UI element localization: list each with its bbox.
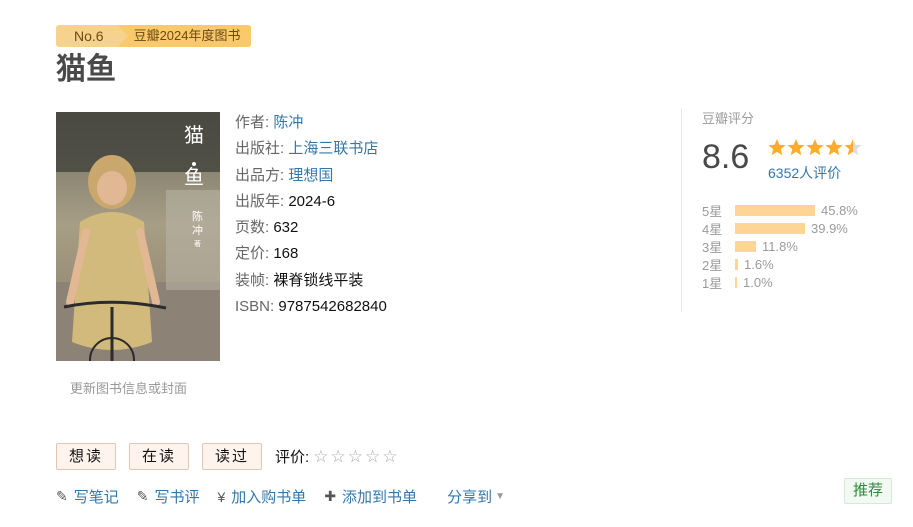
info-year: 出版年: 2024-6 — [235, 189, 387, 215]
rating-dist-percent: 39.9% — [811, 220, 848, 236]
rate-star-3-icon[interactable]: ☆ — [348, 444, 363, 469]
rating-dist-percent: 1.6% — [744, 256, 774, 272]
cover-title-char-2: 鱼 — [184, 165, 204, 189]
ribbon-label: 豆瓣2024年度图书 — [117, 25, 251, 47]
rating-dist-bar — [735, 258, 738, 270]
plus-icon: ✚ — [324, 488, 337, 504]
price-value: 168 — [273, 245, 299, 263]
rating-star-2-icon — [787, 139, 805, 156]
pencil-icon: ✎ — [56, 488, 68, 504]
producer-label: 出品方: — [235, 166, 285, 184]
rating-dist-bar — [735, 276, 737, 288]
info-producer: 出品方: 理想国 — [235, 163, 387, 189]
rating-dist-percent: 11.8% — [762, 238, 798, 254]
user-rating-stars: ☆ ☆ ☆ ☆ ☆ — [313, 444, 399, 469]
info-price: 定价: 168 — [235, 241, 387, 267]
rating-dist-label: 4星 — [702, 221, 723, 237]
rating-dist-row: 4星 39.9% — [702, 219, 858, 237]
cover-image: 猫 鱼 陈 冲 著 — [56, 112, 220, 361]
rating-dist-label: 3星 — [702, 239, 723, 255]
rating-dist-bar — [735, 240, 756, 252]
add-to-cart-link[interactable]: ¥ 加入购书单 — [218, 486, 307, 507]
share-dropdown[interactable]: 分享到 ▼ — [447, 486, 505, 507]
rating-dist-label: 5星 — [702, 203, 723, 219]
author-link[interactable]: 陈冲 — [273, 114, 303, 131]
binding-value: 裸脊锁线平装 — [273, 271, 364, 289]
rate-label: 评价: — [275, 449, 310, 466]
add-to-list-link[interactable]: ✚ 添加到书单 — [324, 486, 417, 507]
price-label: 定价: — [235, 245, 270, 263]
rating-dist-bar — [735, 222, 805, 234]
write-note-label: 写笔记 — [73, 489, 119, 506]
pencil-icon: ✎ — [136, 488, 149, 504]
rating-star-1-icon — [768, 139, 786, 156]
book-title: 猫鱼 — [56, 53, 116, 86]
info-pages: 页数: 632 — [235, 215, 387, 241]
caret-down-icon: ▼ — [495, 491, 505, 502]
rating-star-4-icon — [825, 139, 843, 156]
publisher-label: 出版社: — [235, 140, 285, 158]
rating-dist-row: 1星 1.0% — [702, 273, 858, 291]
binding-label: 装帧: — [235, 271, 270, 289]
info-publisher: 出版社: 上海三联书店 — [235, 136, 387, 162]
rating-score: 8.6 — [702, 138, 750, 176]
rating-dist-percent: 1.0% — [743, 274, 773, 290]
votes-link[interactable]: 6352人评价 — [768, 163, 841, 183]
recommend-button[interactable]: 推荐 — [844, 478, 893, 504]
book-operations: ✎ 写笔记 ✎ 写书评 ¥ 加入购书单 ✚ 添加到书单 分享到 ▼ — [56, 486, 523, 507]
rating-dist-row: 2星 1.6% — [702, 255, 858, 273]
annual-ribbon[interactable]: No.6 豆瓣2024年度图书 — [56, 25, 251, 47]
add-to-list-label: 添加到书单 — [342, 489, 418, 506]
rating-stars — [768, 138, 863, 158]
info-binding: 装帧: 裸脊锁线平装 — [235, 268, 387, 294]
add-to-cart-label: 加入购书单 — [231, 489, 307, 506]
rating-dist-row: 5星 45.8% — [702, 201, 858, 219]
rating-section: 豆瓣评分 8.6 6352人评价 5星 45.8% 4星 39.9% 3星 11.8% 2星… — [681, 108, 881, 312]
year-label: 出版年: — [235, 192, 285, 210]
write-review-label: 写书评 — [154, 489, 200, 506]
publisher-link[interactable]: 上海三联书店 — [288, 140, 378, 157]
year-value: 2024-6 — [288, 192, 336, 210]
want-read-button[interactable]: 想读 — [56, 443, 117, 470]
cover-title-char-1: 猫 — [184, 123, 204, 147]
pages-value: 632 — [273, 219, 299, 237]
rating-label: 豆瓣评分 — [702, 111, 755, 126]
cover-author-char-2: 冲 — [192, 223, 203, 237]
author-label: 作者: — [235, 114, 270, 131]
rating-dist-bar — [735, 204, 815, 216]
star-rating-icon — [768, 139, 862, 156]
info-isbn: ISBN: 9787542682840 — [235, 294, 387, 320]
book-info: 作者: 陈冲 出版社: 上海三联书店 出品方: 理想国 出版年: 2024-6 … — [235, 110, 387, 320]
update-cover-link[interactable]: 更新图书信息或封面 — [70, 378, 187, 397]
rate-star-2-icon[interactable]: ☆ — [330, 444, 345, 469]
have-read-button[interactable]: 读过 — [202, 443, 263, 470]
write-review-link[interactable]: ✎ 写书评 — [137, 486, 200, 507]
rating-star-5-icon — [844, 139, 862, 156]
rate-star-4-icon[interactable]: ☆ — [365, 444, 380, 469]
reading-button[interactable]: 在读 — [129, 443, 190, 470]
rating-dist-label: 2星 — [702, 257, 723, 273]
pages-label: 页数: — [235, 219, 270, 237]
rating-dist-row: 3星 11.8% — [702, 237, 858, 255]
share-label: 分享到 — [447, 489, 493, 506]
isbn-value: 9787542682840 — [278, 298, 387, 316]
write-note-link[interactable]: ✎ 写笔记 — [56, 486, 119, 507]
cover-author-char-1: 陈 — [192, 209, 203, 223]
book-cover[interactable]: 猫 鱼 陈 冲 著 — [56, 112, 220, 361]
rating-dist-label: 1星 — [702, 275, 723, 291]
rate-star-1-icon[interactable]: ☆ — [313, 444, 328, 469]
rate-star-5-icon[interactable]: ☆ — [382, 444, 397, 469]
rating-distribution: 5星 45.8% 4星 39.9% 3星 11.8% 2星 1.6% 1星 1.0% — [702, 201, 858, 291]
reading-actions: 想读 在读 读过 评价: ☆ ☆ ☆ ☆ ☆ — [56, 443, 399, 470]
info-author: 作者: 陈冲 — [235, 110, 387, 136]
isbn-label: ISBN: — [235, 298, 275, 316]
producer-link[interactable]: 理想国 — [288, 167, 333, 184]
ribbon-rank: No.6 — [56, 25, 128, 47]
cover-author-suffix: 著 — [194, 239, 201, 248]
rating-dist-percent: 45.8% — [821, 202, 858, 218]
rating-star-3-icon — [806, 139, 824, 156]
yen-icon: ¥ — [217, 488, 226, 505]
